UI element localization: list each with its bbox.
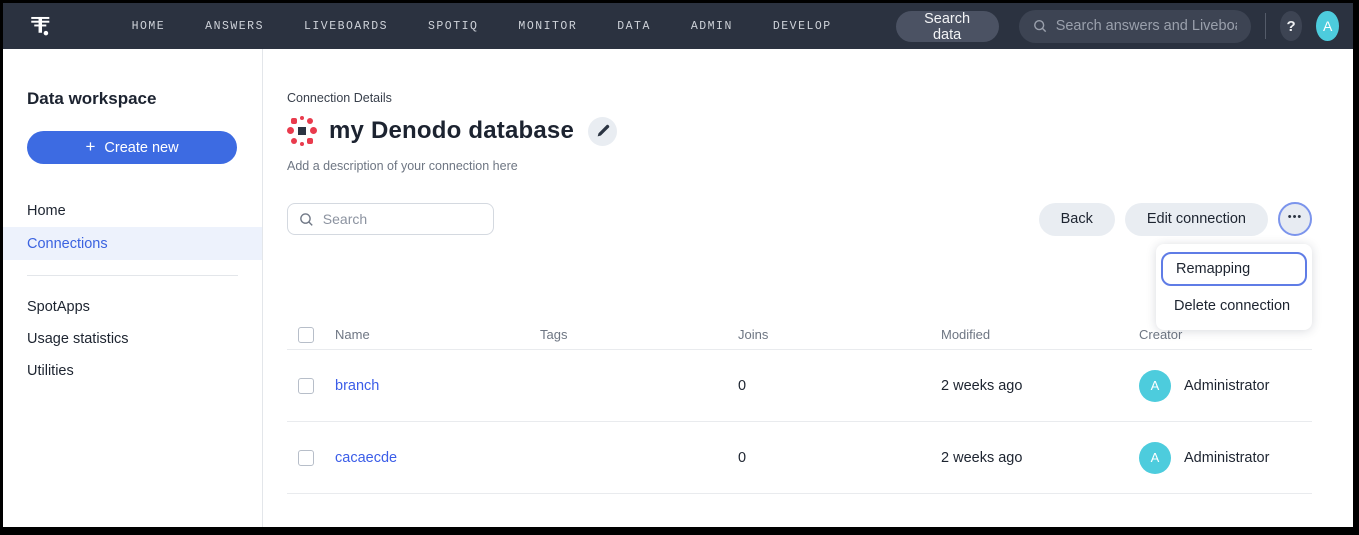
table-search-box[interactable]	[287, 203, 494, 235]
navbar-divider	[1265, 13, 1266, 39]
creator-avatar: A	[1139, 442, 1171, 474]
joins-cell: 0	[738, 378, 941, 394]
modified-cell: 2 weeks ago	[941, 378, 1139, 394]
more-options-menu: Remapping Delete connection	[1156, 244, 1312, 330]
creator-name: Administrator	[1184, 378, 1269, 394]
column-header-tags: Tags	[540, 327, 738, 342]
denodo-connection-icon	[287, 116, 317, 146]
edit-title-button[interactable]	[588, 117, 617, 146]
breadcrumb: Connection Details	[287, 91, 1312, 105]
column-header-name: Name	[335, 327, 540, 342]
create-new-label: Create new	[104, 140, 178, 156]
table-search-input[interactable]	[323, 211, 482, 227]
table-row: cacaecde 0 2 weeks ago A Administrator	[287, 422, 1312, 494]
row-checkbox[interactable]	[298, 378, 314, 394]
toolbar-actions: Back Edit connection •••	[1039, 202, 1312, 236]
creator-avatar: A	[1139, 370, 1171, 402]
nav-item-monitor[interactable]: MONITOR	[498, 20, 597, 33]
creator-name: Administrator	[1184, 450, 1269, 466]
row-checkbox[interactable]	[298, 450, 314, 466]
sidebar-item-utilities[interactable]: Utilities	[3, 355, 262, 387]
pencil-icon	[596, 124, 610, 138]
connection-description: Add a description of your connection her…	[287, 159, 1312, 173]
help-button[interactable]: ?	[1280, 11, 1303, 41]
nav-item-home[interactable]: HOME	[112, 20, 186, 33]
column-header-modified: Modified	[941, 327, 1139, 342]
page-title: my Denodo database	[329, 117, 574, 145]
menu-item-delete-connection[interactable]: Delete connection	[1156, 288, 1312, 322]
content-area: Data workspace + Create new Home Connect…	[3, 49, 1353, 527]
table-name-link[interactable]: cacaecde	[335, 450, 540, 466]
thoughtspot-logo-icon[interactable]	[29, 11, 52, 41]
user-avatar[interactable]: A	[1316, 11, 1339, 41]
sidebar-item-usage-statistics[interactable]: Usage statistics	[3, 323, 262, 355]
sidebar-item-connections[interactable]: Connections	[3, 227, 262, 260]
column-header-joins: Joins	[738, 327, 941, 342]
nav-item-answers[interactable]: ANSWERS	[185, 20, 284, 33]
create-new-button[interactable]: + Create new	[27, 131, 237, 164]
nav-item-admin[interactable]: ADMIN	[671, 20, 753, 33]
table-name-link[interactable]: branch	[335, 378, 540, 394]
global-search-box[interactable]	[1019, 10, 1252, 43]
search-data-button[interactable]: Search data	[896, 11, 999, 42]
main-panel: Connection Details my Denodo database	[263, 49, 1353, 527]
modified-cell: 2 weeks ago	[941, 450, 1139, 466]
creator-cell: A Administrator	[1139, 370, 1312, 402]
plus-icon: +	[85, 137, 95, 157]
table-row: branch 0 2 weeks ago A Administrator	[287, 350, 1312, 422]
title-row: my Denodo database	[287, 116, 1312, 146]
menu-item-remapping[interactable]: Remapping	[1161, 252, 1307, 286]
nav-item-spotiq[interactable]: SPOTIQ	[408, 20, 498, 33]
nav-item-develop[interactable]: DEVELOP	[753, 20, 852, 33]
search-icon	[299, 211, 314, 228]
nav-item-data[interactable]: DATA	[597, 20, 671, 33]
app-window: HOME ANSWERS LIVEBOARDS SPOTIQ MONITOR D…	[0, 0, 1359, 535]
sidebar-item-home[interactable]: Home	[3, 194, 262, 227]
tables-list: Name Tags Joins Modified Creator branch …	[287, 320, 1312, 494]
nav-item-liveboards[interactable]: LIVEBOARDS	[284, 20, 408, 33]
joins-cell: 0	[738, 450, 941, 466]
primary-nav: HOME ANSWERS LIVEBOARDS SPOTIQ MONITOR D…	[112, 20, 852, 33]
edit-connection-button[interactable]: Edit connection	[1125, 203, 1268, 236]
top-navbar: HOME ANSWERS LIVEBOARDS SPOTIQ MONITOR D…	[3, 3, 1353, 49]
more-options-button[interactable]: •••	[1278, 202, 1312, 236]
global-search-input[interactable]	[1056, 18, 1237, 34]
sidebar: Data workspace + Create new Home Connect…	[3, 49, 263, 527]
sidebar-item-spotapps[interactable]: SpotApps	[3, 291, 262, 323]
back-button[interactable]: Back	[1039, 203, 1115, 236]
toolbar: Back Edit connection ••• Remapping Delet…	[287, 202, 1312, 236]
search-icon	[1033, 18, 1047, 34]
select-all-checkbox[interactable]	[298, 327, 314, 343]
creator-cell: A Administrator	[1139, 442, 1312, 474]
sidebar-divider	[27, 275, 238, 276]
sidebar-title: Data workspace	[3, 89, 262, 109]
